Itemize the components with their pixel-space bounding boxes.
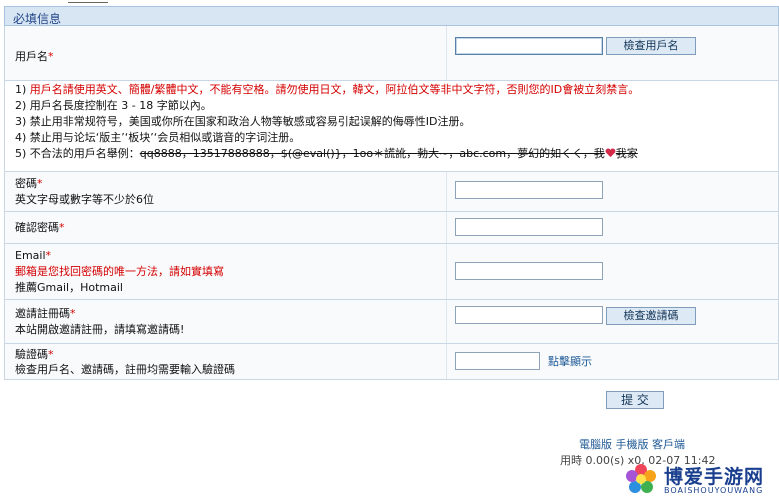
invite-hint: 本站開啟邀請註冊，請填寫邀請碼! xyxy=(15,323,185,336)
password-label: 密碼* xyxy=(15,176,43,192)
email-label-text: Email xyxy=(15,249,46,262)
confirm-password-input[interactable] xyxy=(455,218,603,236)
section-title: 必填信息 xyxy=(13,12,62,26)
column-divider xyxy=(446,244,447,299)
email-input[interactable] xyxy=(455,262,603,280)
rule-text: 禁止用与论坛‘版主’‘板块’‘会员相似或谐音的字词注册。 xyxy=(29,131,301,144)
invite-input[interactable] xyxy=(455,306,603,324)
confirm-password-label: 確認密碼* xyxy=(15,220,65,236)
captcha-input[interactable] xyxy=(455,352,540,370)
show-captcha-link[interactable]: 點擊顯示 xyxy=(548,354,592,370)
username-row: 用戶名* 檢查用戶名 xyxy=(4,26,779,81)
rule-text: 不合法的用戶名舉例： xyxy=(29,147,140,160)
username-label: 用戶名* xyxy=(15,49,54,65)
required-mark: * xyxy=(37,177,43,190)
rule-3: 3) 禁止用非常规符号，美国或你所在国家和政治人物等敏感或容易引起误解的侮辱性I… xyxy=(15,115,471,129)
column-divider xyxy=(446,212,447,243)
rule-1: 1) 用戶名請使用英文、簡體/繁體中文，不能有空格。請勿使用日文，韓文，阿拉伯文… xyxy=(15,83,639,97)
invite-label-text: 邀請註冊碼 xyxy=(15,307,70,320)
username-input[interactable] xyxy=(455,37,603,55)
column-divider xyxy=(446,300,447,343)
rule-2: 2) 用戶名長度控制在 3 - 18 字節以內。 xyxy=(15,99,212,113)
captcha-hint: 檢查用戶名、邀請碼，註冊均需要輸入驗證碼 xyxy=(15,363,235,376)
invite-row: 邀請註冊碼* 本站開啟邀請註冊，請填寫邀請碼! 檢查邀請碼 xyxy=(4,300,779,344)
email-hint-red: 郵箱是您找回密碼的唯一方法，請如實填寫 xyxy=(15,265,224,278)
password-hint: 英文字母或數字等不少於6位 xyxy=(15,193,154,206)
email-row: Email* 郵箱是您找回密碼的唯一方法，請如實填寫 推薦Gmail，Hotma… xyxy=(4,244,779,300)
heart-icon xyxy=(605,148,616,158)
email-label: Email* xyxy=(15,248,51,264)
footer-links[interactable]: 電腦版 手機版 客戶端 xyxy=(579,436,685,452)
captcha-label: 驗證碼* xyxy=(15,347,54,363)
username-label-text: 用戶名 xyxy=(15,50,48,63)
registration-form: 必填信息 用戶名* 檢查用戶名 1) 用戶名請使用英文、簡體/繁體中文，不能有空… xyxy=(4,6,779,380)
required-mark: * xyxy=(45,249,52,262)
watermark-subtitle: BOAISHOUYOUWANG xyxy=(664,486,764,495)
required-mark: * xyxy=(48,348,54,361)
rule-number: 5) xyxy=(15,147,27,160)
rule-5: 5) 不合法的用戶名舉例：qq8888，13517888888，$(@eval(… xyxy=(15,147,638,161)
check-invite-button[interactable]: 檢查邀請碼 xyxy=(606,307,696,325)
required-mark: * xyxy=(48,50,54,63)
password-input[interactable] xyxy=(455,181,603,199)
flower-logo-icon xyxy=(626,464,656,493)
required-mark: * xyxy=(59,221,65,234)
password-row: 密碼* 英文字母或數字等不少於6位 xyxy=(4,172,779,212)
check-username-button[interactable]: 檢查用戶名 xyxy=(606,37,696,55)
rule-number: 1) xyxy=(15,83,27,96)
confirm-password-row: 確認密碼* xyxy=(4,212,779,244)
required-mark: * xyxy=(70,307,76,320)
rule-number: 4) xyxy=(15,131,27,144)
password-label-text: 密碼 xyxy=(15,177,37,190)
section-header: 必填信息 xyxy=(4,6,779,26)
email-hint: 推薦Gmail，Hotmail xyxy=(15,281,123,294)
rule-text: 用戶名請使用英文、簡體/繁體中文，不能有空格。請勿使用日文，韓文，阿拉伯文等非中… xyxy=(29,83,640,96)
captcha-label-text: 驗證碼 xyxy=(15,348,48,361)
rule-text: 用戶名長度控制在 3 - 18 字節以內。 xyxy=(29,99,212,112)
username-rules: 1) 用戶名請使用英文、簡體/繁體中文，不能有空格。請勿使用日文，韓文，阿拉伯文… xyxy=(4,81,779,172)
rule-text: 禁止用非常规符号，美国或你所在国家和政治人物等敏感或容易引起误解的侮辱性ID注册… xyxy=(29,115,471,128)
rule-number: 3) xyxy=(15,115,27,128)
rule-4: 4) 禁止用与论坛‘版主’‘板块’‘会员相似或谐音的字词注册。 xyxy=(15,131,300,145)
invite-label: 邀請註冊碼* xyxy=(15,306,76,322)
submit-button[interactable]: 提 交 xyxy=(606,391,664,409)
watermark-title: 博爱手游网 xyxy=(664,466,765,488)
column-divider xyxy=(446,26,447,80)
confirm-password-label-text: 確認密碼 xyxy=(15,221,59,234)
invalid-examples: qq8888，13517888888，$(@eval()}，1oo＊謊訛，勃大~… xyxy=(139,147,605,160)
column-divider xyxy=(446,344,447,379)
invalid-example-tail: 我家 xyxy=(615,147,638,160)
rule-number: 2) xyxy=(15,99,27,112)
captcha-row: 驗證碼* 檢查用戶名、邀請碼，註冊均需要輸入驗證碼 點擊顯示 xyxy=(4,344,779,380)
cropped-fragment xyxy=(68,0,108,3)
column-divider xyxy=(446,172,447,211)
watermark-logo: 博爱手游网 BOAISHOUYOUWANG xyxy=(622,458,779,500)
